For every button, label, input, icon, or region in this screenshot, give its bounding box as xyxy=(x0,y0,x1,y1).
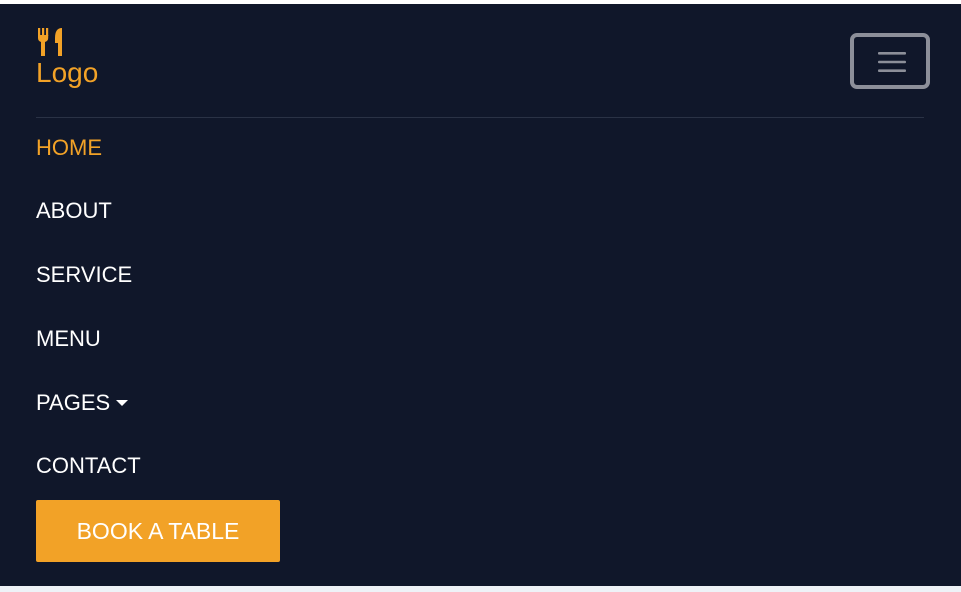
navbar-divider xyxy=(36,117,924,118)
nav-item-service[interactable]: SERVICE xyxy=(36,262,132,288)
caret-down-icon xyxy=(116,400,129,406)
navbar-toggler-button[interactable] xyxy=(850,33,930,89)
brand-logo[interactable]: Logo xyxy=(36,26,98,89)
brand-text: Logo xyxy=(36,57,99,88)
hamburger-menu-icon xyxy=(878,52,906,72)
nav-item-menu[interactable]: MENU xyxy=(36,326,101,352)
nav-item-home[interactable]: HOME xyxy=(36,135,102,161)
navbar: Logo HOME ABOUT SERVICE MENU PAGES CONTA… xyxy=(0,4,961,586)
book-table-button[interactable]: BOOK A TABLE xyxy=(36,500,280,562)
nav-item-contact[interactable]: CONTACT xyxy=(36,453,141,479)
nav-item-about[interactable]: ABOUT xyxy=(36,198,112,224)
nav-item-pages-dropdown[interactable]: PAGES xyxy=(36,390,129,416)
nav-item-pages-label: PAGES xyxy=(36,390,111,415)
fork-knife-icon xyxy=(38,28,62,56)
